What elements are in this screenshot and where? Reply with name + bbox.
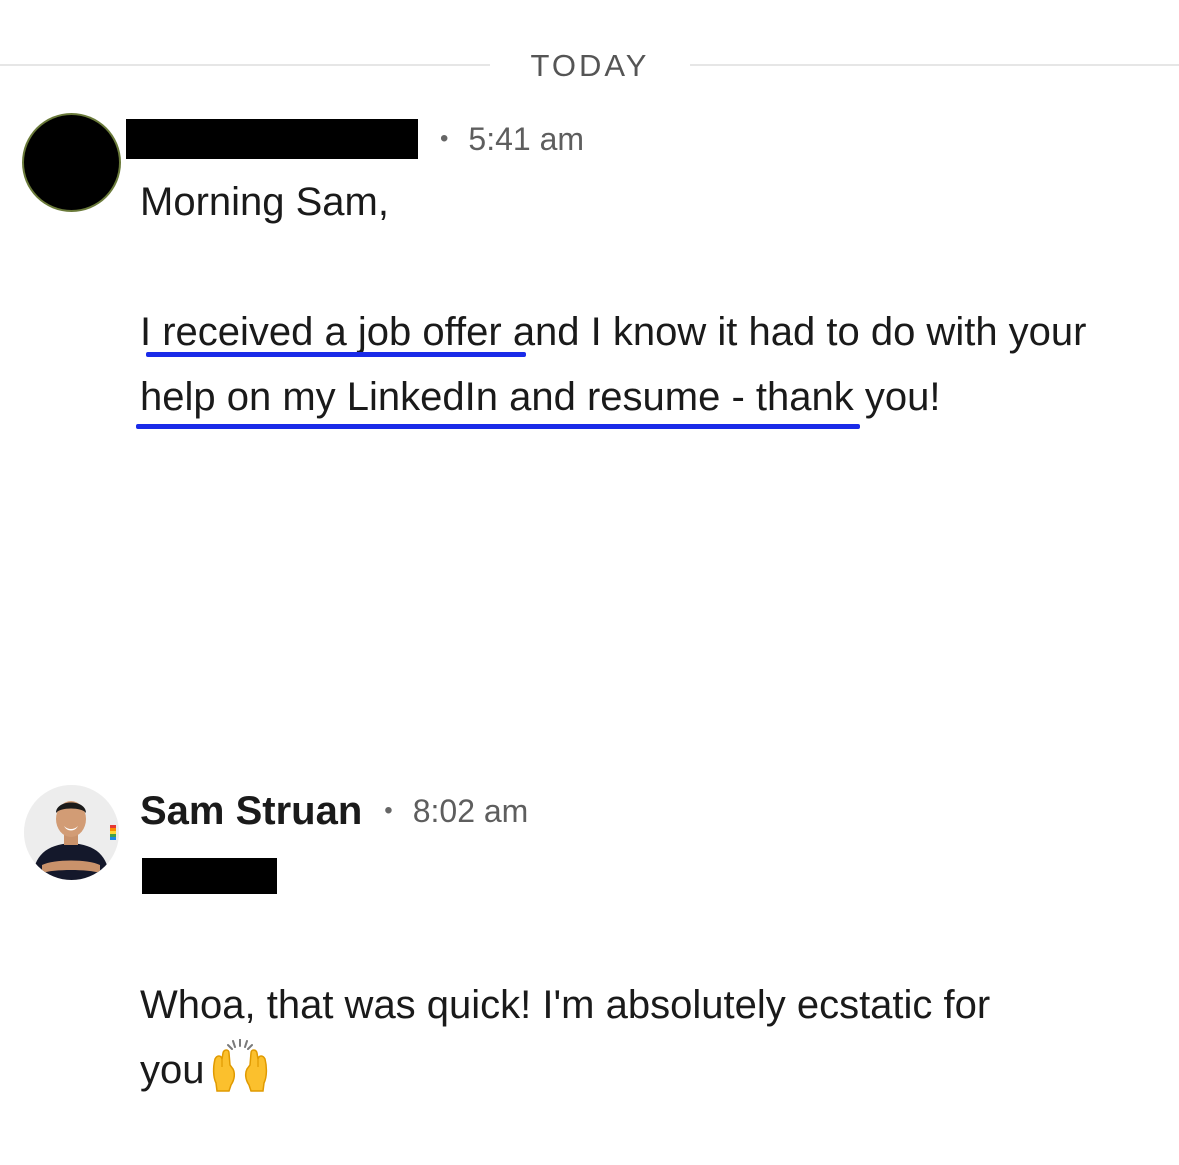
sender-name[interactable]: Sam Struan [140,789,362,834]
date-divider-label: TODAY [530,48,650,83]
message-timestamp: 5:41 am [468,120,585,157]
message-greeting: Morning Sam, [140,180,389,224]
divider-line-right [690,64,1179,66]
separator-dot: • [384,797,393,824]
sender-name-redaction [126,119,418,159]
message-meta: • 5:41 am [126,117,585,161]
message-body: Whoa, that was quick! I'm absolutely ecs… [140,973,1140,1103]
chat-thread: TODAY • 5:41 am Morning Sam, I received … [0,0,1179,1165]
raising-hands-emoji-icon [212,1039,267,1092]
avatar-redacted[interactable] [24,115,119,210]
message-meta: Sam Struan • 8:02 am [140,789,528,833]
message-timestamp: 8:02 am [412,792,529,829]
message-line-last: you [140,1038,1140,1103]
message-body: Morning Sam, I received a job offer and … [140,170,1140,430]
highlight-underline-1 [146,352,526,357]
highlight-underline-2 [136,424,860,429]
separator-dot: • [440,125,449,152]
avatar-sam-struan[interactable] [24,785,119,880]
profile-photo-icon [24,785,119,880]
divider-line-left [0,64,490,66]
message-line: Whoa, that was quick! I'm absolutely ecs… [140,983,991,1027]
message-paragraph: I received a job offer and I know it had… [140,310,1087,419]
greeting-redaction [142,858,277,894]
